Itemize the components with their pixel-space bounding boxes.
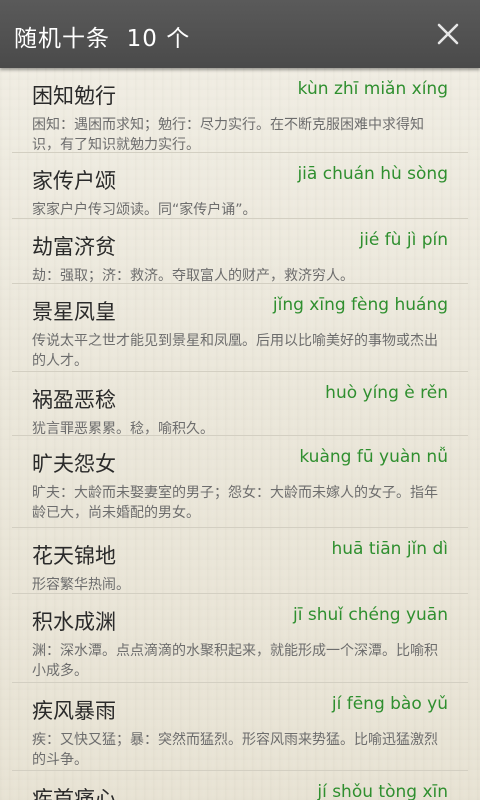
idiom-text: 困知勉行 (32, 84, 116, 108)
close-icon (437, 23, 459, 45)
list-item[interactable]: 劫富济贫 jié fù jì pín 劫：强取；济：救济。夺取富人的财产，救济穷… (12, 219, 468, 284)
pinyin-text: jí fēng bào yǔ (331, 694, 448, 714)
idiom-text: 疾风暴雨 (32, 699, 116, 723)
idiom-text: 积水成渊 (32, 610, 116, 634)
list-item[interactable]: 祸盈恶稔 huò yíng è rěn 犹言罪恶累累。稔，喻积久。 (12, 372, 468, 437)
list-item[interactable]: 积水成渊 jī shuǐ chéng yuān 渊：深水潭。点点滴滴的水聚积起来… (12, 594, 468, 683)
list-item[interactable]: 家传户颂 jiā chuán hù sòng 家家户户传习颂读。同“家传户诵”。 (12, 153, 468, 219)
list-item[interactable]: 困知勉行 kùn zhī miǎn xíng 困知：遇困而求知；勉行：尽力实行。… (12, 68, 468, 153)
idiom-list: 困知勉行 kùn zhī miǎn xíng 困知：遇困而求知；勉行：尽力实行。… (12, 68, 468, 800)
pinyin-text: jiā chuán hù sòng (297, 164, 448, 184)
pinyin-text: huā tiān jǐn dì (331, 539, 449, 559)
idiom-meaning: 传说太平之世才能见到景星和凤凰。后用以比喻美好的事物或杰出的人才。 (32, 333, 438, 369)
idiom-meaning: 家家户户传习颂读。同“家传户诵”。 (32, 202, 257, 218)
list-item[interactable]: 花天锦地 huā tiān jǐn dì 形容繁华热闹。 (12, 528, 468, 594)
idiom-meaning: 形容繁华热闹。 (32, 577, 130, 593)
pinyin-text: jǐng xīng fèng huáng (272, 295, 448, 315)
pinyin-text: kuàng fū yuàn nǚ (299, 447, 448, 467)
idiom-meaning: 劫：强取；济：救济。夺取富人的财产，救济穷人。 (32, 268, 354, 284)
idiom-meaning: 困知：遇困而求知；勉行：尽力实行。在不断克服困难中求得知识，有了知识就勉力实行。 (32, 117, 424, 153)
idiom-text: 景星凤皇 (32, 300, 116, 324)
list-item[interactable]: 旷夫怨女 kuàng fū yuàn nǚ 旷夫：大龄而未娶妻室的男子；怨女：大… (12, 436, 468, 528)
idiom-text: 劫富济贫 (32, 235, 116, 259)
idiom-text: 家传户颂 (32, 169, 116, 193)
pinyin-text: huò yíng è rěn (325, 383, 448, 403)
list-item[interactable]: 景星凤皇 jǐng xīng fèng huáng 传说太平之世才能见到景星和凤… (12, 284, 468, 372)
pinyin-text: jí shǒu tòng xīn (317, 782, 448, 800)
idiom-meaning: 渊：深水潭。点点滴滴的水聚积起来，就能形成一个深潭。比喻积小成多。 (32, 643, 438, 679)
list-item[interactable]: 疾风暴雨 jí fēng bào yǔ 疾：又快又猛；暴：突然而猛烈。形容风雨来… (12, 683, 468, 771)
idiom-meaning: 疾：又快又猛；暴：突然而猛烈。形容风雨来势猛。比喻迅猛激烈的斗争。 (32, 732, 438, 768)
pinyin-text: jié fù jì pín (359, 230, 448, 250)
title-bar: 随机十条 10 个 (0, 0, 480, 68)
idiom-meaning: 旷夫：大龄而未娶妻室的男子；怨女：大龄而未嫁人的女子。指年龄已大，尚未婚配的男女… (32, 485, 438, 521)
idiom-text: 花天锦地 (32, 544, 116, 568)
idiom-text: 祸盈恶稔 (32, 388, 116, 412)
pinyin-text: kùn zhī miǎn xíng (297, 79, 448, 99)
idiom-text: 旷夫怨女 (32, 452, 116, 476)
pinyin-text: jī shuǐ chéng yuān (293, 605, 448, 625)
idiom-text: 疾首痛心 (32, 787, 116, 800)
list-item[interactable]: 疾首痛心 jí shǒu tòng xīn (12, 771, 468, 800)
page-title: 随机十条 10 个 (14, 26, 191, 52)
close-button[interactable] (428, 14, 468, 54)
